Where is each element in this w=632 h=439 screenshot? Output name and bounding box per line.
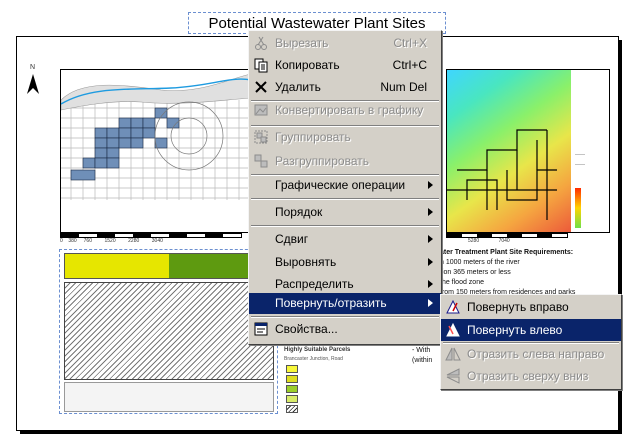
legend-title: Highly Suitable Parcels (284, 347, 351, 353)
legend-ramp (575, 188, 581, 228)
convert-graphics-icon (254, 104, 268, 116)
menu-item-label: Конвертировать в графику (275, 103, 424, 117)
group-icon (254, 130, 268, 144)
north-arrow-icon[interactable]: N (26, 64, 40, 100)
legend-note: (within (412, 357, 433, 364)
table-graphic[interactable] (59, 249, 278, 414)
street-map-graphic (61, 73, 251, 200)
menu-item-align[interactable]: Выровнять (249, 250, 441, 274)
menu-item-label: Группировать (275, 130, 351, 144)
delete-x-icon (255, 81, 267, 93)
legend-note: - With (412, 347, 431, 354)
menu-item-label: Разгруппировать (275, 154, 370, 168)
submenu-arrow-icon (428, 280, 433, 288)
properties-icon (254, 322, 268, 336)
menu-item-properties[interactable]: Свойства... (249, 317, 441, 341)
legend-swatch (286, 385, 298, 393)
menu-item-delete[interactable]: Удалить Num Del (249, 75, 441, 99)
menu-item-label: Графические операции (275, 178, 406, 192)
menu-item-ungroup[interactable]: Разгруппировать (249, 149, 441, 173)
road-network-graphic (447, 129, 557, 220)
context-menu[interactable]: Вырезать Ctrl+X Копировать Ctrl+C Удалит… (248, 30, 442, 345)
menu-item-label: Копировать (275, 58, 340, 72)
scale-tick: 2280 (128, 238, 140, 244)
scale-tick: 380 (68, 238, 77, 244)
rotate-right-icon (446, 299, 460, 314)
legend-line: —— (575, 162, 585, 168)
scale-tick: 0 (60, 238, 63, 244)
submenu-arrow-icon (428, 258, 433, 266)
menu-item-copy[interactable]: Копировать Ctrl+C (249, 53, 441, 77)
requirement-line: the flood zone (440, 279, 484, 286)
requirement-line: n 1000 meters of the river (440, 259, 520, 266)
submenu-item-label: Повернуть влево (467, 323, 563, 337)
menu-item-rotate-flip[interactable]: Повернуть/отразить (249, 293, 441, 314)
submenu-item-flip-horizontal[interactable]: Отразить слева направо (441, 343, 621, 365)
menu-item-convert-to-graphics[interactable]: Конвертировать в графику (249, 98, 441, 122)
submenu-arrow-icon (428, 181, 433, 189)
submenu-item-rotate-right[interactable]: Повернуть вправо (441, 296, 621, 318)
submenu-item-label: Отразить сверху вниз (467, 369, 589, 383)
legend-swatch (286, 395, 298, 403)
menu-item-nudge[interactable]: Сдвиг (249, 227, 441, 251)
scale-tick: 1520 (104, 238, 116, 244)
menu-item-label: Повернуть/отразить (275, 296, 387, 310)
flip-horizontal-icon (445, 347, 461, 361)
scale-tick: 5280 (468, 238, 480, 244)
submenu-item-label: Отразить слева направо (467, 347, 605, 361)
submenu-item-label: Повернуть вправо (467, 300, 569, 314)
menu-item-label: Удалить (275, 80, 321, 94)
submenu-item-rotate-left[interactable]: Повернуть влево (441, 319, 621, 341)
scale-tick: 760 (83, 238, 92, 244)
hatched-area (64, 282, 274, 380)
rotate-left-icon (446, 322, 460, 337)
copy-icon (254, 58, 268, 73)
legend-subtitle: Brancaster Junction, Road (284, 356, 343, 362)
menu-item-label: Свойства... (275, 322, 338, 336)
submenu-item-flip-vertical[interactable]: Отразить сверху вниз (441, 365, 621, 387)
map-legend[interactable]: Highly Suitable Parcels Brancaster Junct… (284, 347, 444, 417)
requirements-heading: ater Treatment Plant Site Requirements: (440, 249, 574, 256)
menu-item-cut[interactable]: Вырезать Ctrl+X (249, 31, 441, 55)
legend-color-bar (64, 253, 274, 279)
submenu-arrow-icon (428, 208, 433, 216)
scissors-icon (255, 36, 267, 50)
menu-item-shortcut: Num Del (380, 80, 427, 94)
scalebar-right[interactable]: 5280 7040 (446, 233, 608, 244)
legend-swatch (286, 405, 298, 413)
menu-item-label: Выровнять (275, 255, 337, 269)
ungroup-icon (254, 154, 268, 168)
menu-item-graphic-operations[interactable]: Графические операции (249, 173, 441, 197)
scale-tick: 3040 (151, 238, 163, 244)
map-frame-left[interactable] (60, 69, 252, 233)
menu-item-order[interactable]: Порядок (249, 200, 441, 224)
requirements-text[interactable]: ater Treatment Plant Site Requirements: … (440, 248, 614, 298)
requirement-line: tion 365 meters or less (440, 269, 511, 276)
submenu-arrow-icon (428, 299, 433, 307)
page-shadow (20, 430, 622, 434)
menu-item-label: Сдвиг (275, 232, 309, 246)
north-label: N (30, 64, 36, 71)
menu-item-label: Порядок (275, 205, 323, 219)
menu-item-group[interactable]: Группировать (249, 125, 441, 149)
flip-vertical-icon (446, 368, 460, 384)
legend-swatch (286, 365, 298, 373)
menu-item-shortcut: Ctrl+C (392, 58, 427, 72)
menu-item-label: Вырезать (275, 36, 329, 50)
menu-item-shortcut: Ctrl+X (393, 36, 427, 50)
table-footer (64, 382, 274, 412)
map-frame-right[interactable]: —— —— (446, 69, 610, 233)
legend-line: —— (575, 152, 585, 158)
rotate-flip-submenu[interactable]: Повернуть вправо Повернуть влево Отразит… (440, 294, 622, 390)
scale-tick: 7040 (498, 238, 510, 244)
scalebar-left[interactable]: 0 380 760 1520 2280 3040 (60, 233, 250, 244)
submenu-arrow-icon (428, 235, 433, 243)
legend-swatch (286, 375, 298, 383)
